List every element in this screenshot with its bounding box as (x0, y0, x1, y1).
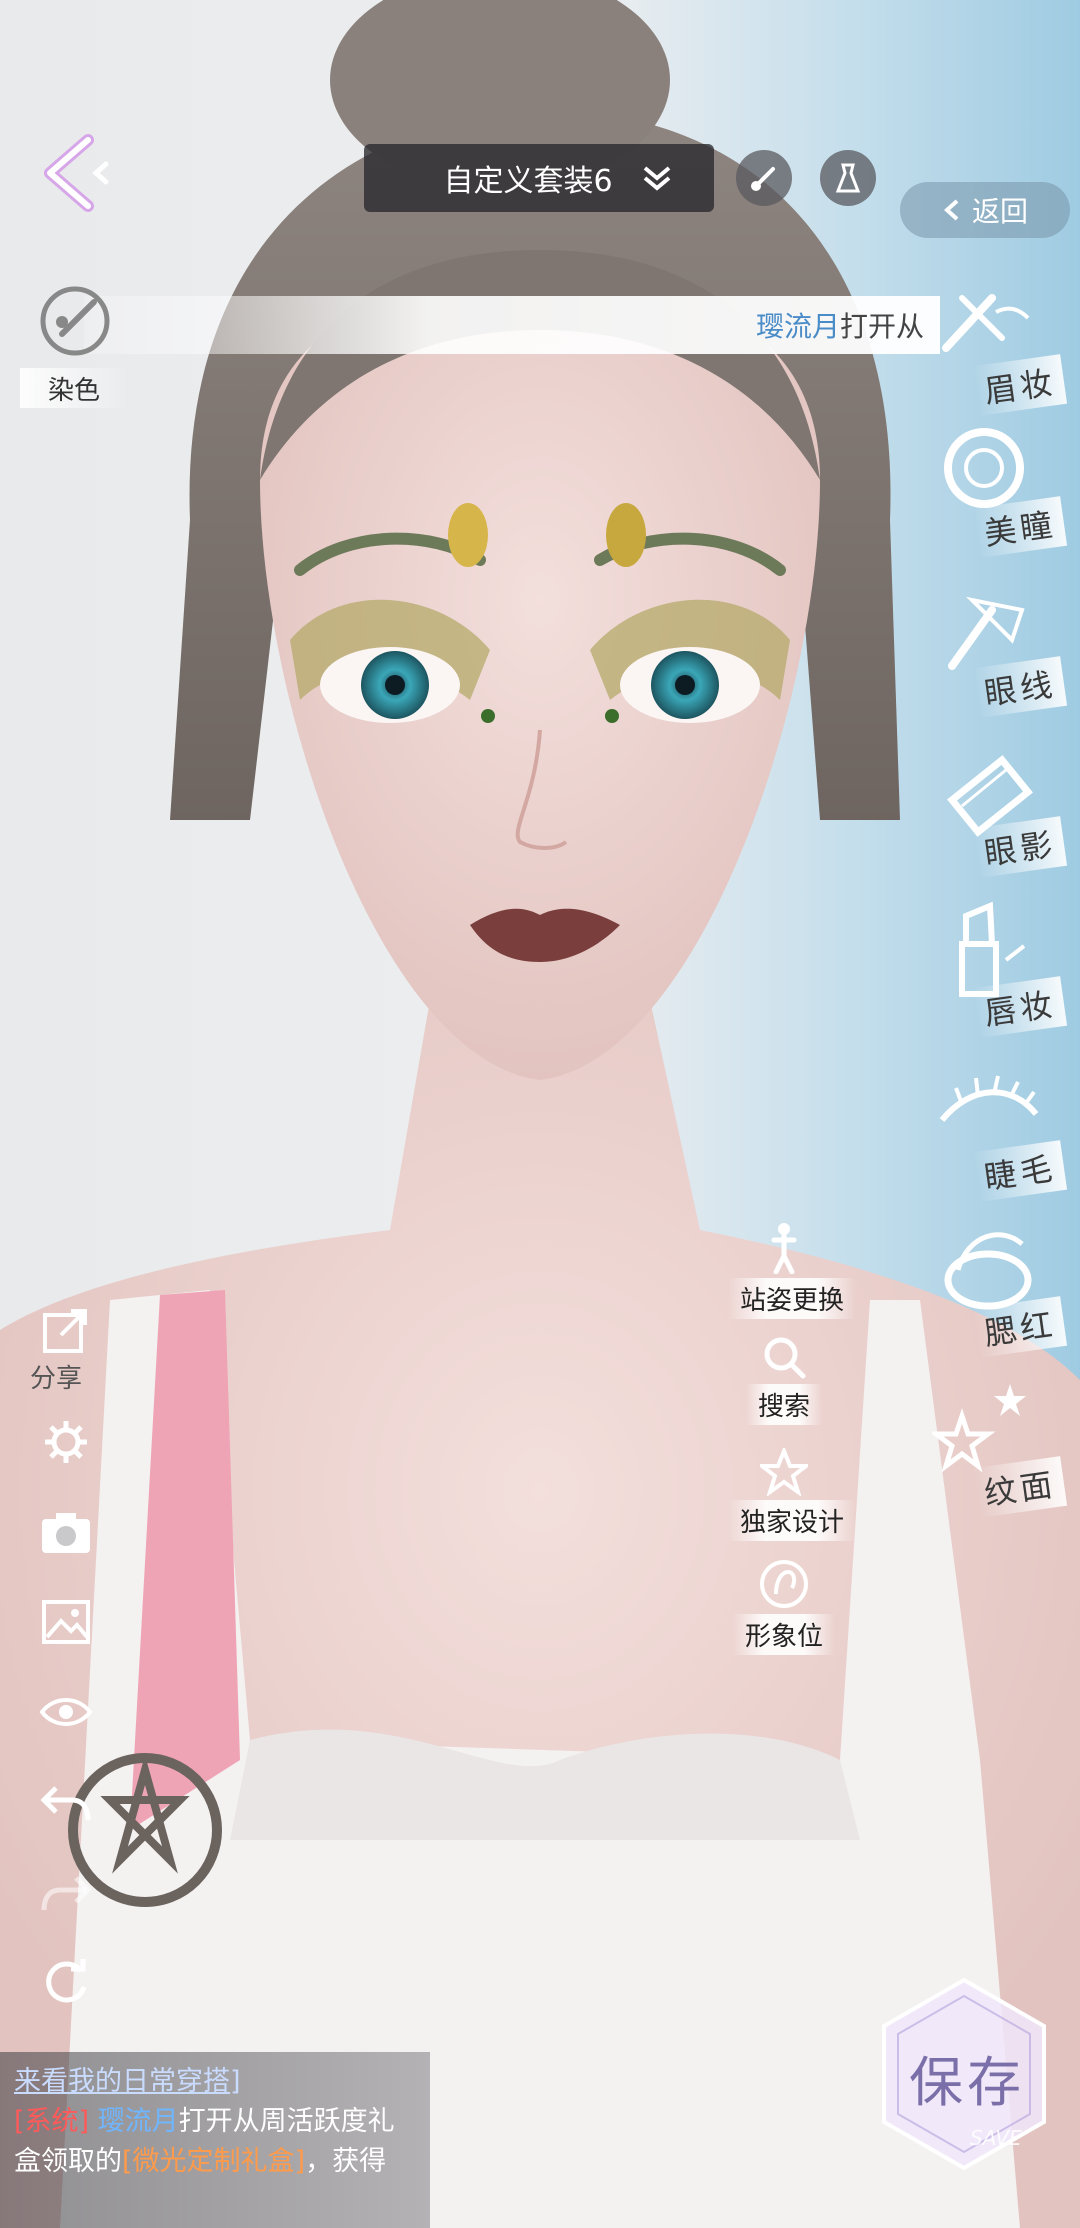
return-button[interactable]: 返回 (900, 182, 1070, 238)
chat-user[interactable]: 璎流月 (98, 2106, 179, 2137)
dress-icon (835, 163, 861, 193)
broadcast-notice: 璎流月 打开从 (84, 296, 940, 354)
back-chevron-icon[interactable] (36, 128, 126, 218)
chevron-down-icon (643, 166, 670, 191)
notice-user: 璎流月 (755, 310, 840, 343)
dye-icon[interactable] (36, 282, 114, 360)
reset-button[interactable] (36, 1952, 96, 2012)
reset-icon (46, 1959, 87, 2003)
chat-system-tag: [系统] (14, 2106, 90, 2137)
share-label: 分享 (30, 1364, 83, 1394)
dye-label: 染色 (20, 368, 130, 408)
save-button[interactable]: 保存 SAVE (874, 1974, 1054, 2174)
chat-text-tail: ，获得 (305, 2146, 387, 2177)
save-sublabel: SAVE (970, 2126, 1022, 2150)
exclusive-design-button[interactable]: 独家设计 (728, 1448, 857, 1541)
category-lips[interactable]: 唇妆 (920, 900, 1070, 1050)
eye-icon (39, 1698, 93, 1726)
gear-icon (45, 1421, 87, 1463)
avatar-icon (760, 1560, 808, 1608)
star-icon (760, 1448, 808, 1496)
brush-icon (751, 167, 775, 191)
category-brow[interactable]: 眉妆 (920, 278, 1070, 428)
category-blush[interactable]: 腮红 (920, 1220, 1070, 1370)
outfit-name: 自定义套装6 (443, 164, 613, 199)
category-label: 眼线 (972, 656, 1068, 718)
chat-panel[interactable]: 来看我的日常穿搭] [系统] 璎流月打开从周活跃度礼盒领取的[微光定制礼盒]，获… (0, 2052, 430, 2228)
category-contact-lens[interactable]: 美瞳 (920, 420, 1070, 570)
undo-icon (40, 1786, 91, 1821)
avatar-slot-button[interactable]: 形象位 (728, 1558, 840, 1655)
stance-change-button[interactable]: 站姿更换 (728, 1222, 857, 1319)
notice-text: 打开从 (839, 310, 924, 343)
settings-button[interactable] (36, 1412, 96, 1472)
category-label: 美瞳 (972, 496, 1068, 558)
category-eyeshadow[interactable]: 眼影 (920, 740, 1070, 890)
outfit-selector[interactable]: 自定义套装6 (364, 144, 714, 212)
chat-link[interactable]: 来看我的日常穿搭] (14, 2066, 241, 2097)
action-label: 独家设计 (728, 1500, 857, 1541)
category-label: 眼影 (972, 816, 1068, 878)
share-button[interactable] (36, 1300, 96, 1360)
brush-button[interactable] (736, 150, 792, 206)
save-label: 保存 (909, 2051, 1025, 2114)
camera-button[interactable] (36, 1502, 96, 1562)
image-icon (42, 1600, 90, 1644)
action-label: 站姿更换 (728, 1278, 857, 1319)
action-label: 形象位 (732, 1614, 835, 1655)
search-button[interactable]: 搜索 (728, 1334, 840, 1425)
stance-icon (771, 1223, 797, 1274)
category-eyeliner[interactable]: 眼线 (920, 580, 1070, 730)
hide-ui-button[interactable] (36, 1682, 96, 1742)
action-label: 搜索 (745, 1384, 822, 1425)
category-label: 纹面 (972, 1456, 1068, 1518)
share-icon (43, 1309, 87, 1353)
camera-icon (42, 1513, 90, 1553)
category-label: 睫毛 (972, 1140, 1068, 1202)
chevron-left-icon (943, 199, 959, 221)
redo-icon (41, 1876, 92, 1911)
redo-button[interactable] (36, 1862, 96, 1922)
chat-gift[interactable]: [微光定制礼盒] (122, 2146, 305, 2177)
return-label: 返回 (971, 195, 1028, 228)
category-face-paint[interactable]: 纹面 (920, 1380, 1070, 1530)
search-icon (764, 1337, 806, 1379)
category-lashes[interactable]: 睫毛 (920, 1064, 1070, 1214)
category-label: 唇妆 (972, 976, 1068, 1038)
category-label: 眉妆 (972, 354, 1068, 416)
outfit-button[interactable] (820, 150, 876, 206)
category-label: 腮红 (972, 1296, 1068, 1358)
gallery-button[interactable] (36, 1592, 96, 1652)
undo-button[interactable] (36, 1772, 96, 1832)
makeup-editor-screen: 自定义套装6 返回 璎流月 打开从 染色 眉妆 美瞳 眼线 眼影 唇妆 睫毛 腮… (0, 0, 1080, 2228)
